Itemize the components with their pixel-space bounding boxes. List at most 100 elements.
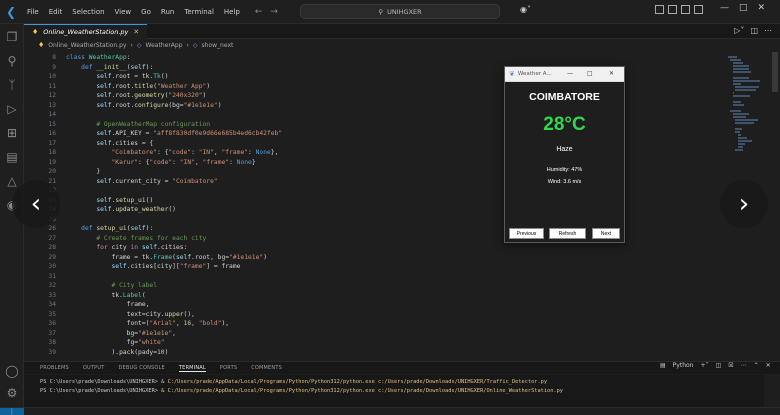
code-line[interactable]: 29 frame = tk.Frame(self.root, bg="#1e1e… xyxy=(24,254,724,262)
refresh-button[interactable]: Refresh xyxy=(549,228,586,239)
line-number: 18 xyxy=(48,149,56,156)
close-icon[interactable]: ✕ xyxy=(758,3,766,13)
terminal-shell-label[interactable]: Python xyxy=(673,362,694,369)
settings-gear-icon[interactable]: ⚙ xyxy=(5,386,19,400)
more-actions-icon[interactable]: ⋯ xyxy=(741,362,747,369)
explorer-icon[interactable]: ❐ xyxy=(5,30,19,44)
minimap-line xyxy=(732,68,749,70)
close-panel-icon[interactable]: ✕ xyxy=(766,362,771,369)
line-content: def __init__(self): xyxy=(81,63,154,71)
terminal-prompt: PS C:\Users\prade\Downloads\UNIHGXER> & xyxy=(40,379,168,385)
line-number: 36 xyxy=(48,320,56,327)
split-terminal-icon[interactable]: ◫ xyxy=(716,362,722,369)
panel-tab-terminal[interactable]: TERMINAL xyxy=(178,365,206,372)
panel-tab-comments[interactable]: COMMENTS xyxy=(251,365,282,371)
menu-go[interactable]: Go xyxy=(136,8,156,16)
carousel-next-button[interactable]: › xyxy=(720,180,768,228)
weather-close-icon[interactable]: ✕ xyxy=(609,70,614,77)
minimap-line xyxy=(735,119,758,121)
layout-controls xyxy=(655,5,703,14)
line-number: 8 xyxy=(52,54,56,61)
weather-maximize-icon[interactable]: □ xyxy=(587,70,593,77)
panel-tab-ports[interactable]: PORTS xyxy=(220,365,237,371)
toggle-panel-icon[interactable] xyxy=(668,5,677,14)
menu-edit[interactable]: Edit xyxy=(44,8,68,16)
breadcrumb-file[interactable]: Online_WeatherStation.py xyxy=(48,42,126,49)
breadcrumb-class[interactable]: WeatherApp xyxy=(146,42,183,49)
toggle-secondary-sidebar-icon[interactable] xyxy=(681,5,690,14)
run-file-icon[interactable]: ▷˅ xyxy=(734,26,744,35)
code-line[interactable]: 30 self.cities[city]["frame"] = frame xyxy=(24,263,724,271)
customize-layout-icon[interactable] xyxy=(694,5,703,14)
code-line[interactable]: 37 bg="#1e1e1e", xyxy=(24,330,724,338)
copilot-icon[interactable]: ◉˅ xyxy=(520,5,531,14)
code-line[interactable]: 36 font=("Arial", 16, "bold"), xyxy=(24,320,724,328)
menu-file[interactable]: File xyxy=(22,8,44,16)
split-editor-icon[interactable]: ◫ xyxy=(750,26,758,35)
menu-help[interactable]: Help xyxy=(219,8,245,16)
editor-scrollbar[interactable] xyxy=(772,52,778,92)
menu-selection[interactable]: Selection xyxy=(67,8,109,16)
remote-explorer-icon[interactable]: ▤ xyxy=(5,150,19,164)
code-line[interactable]: 39 ).pack(pady=10) xyxy=(24,349,724,357)
breadcrumb-separator-icon: › xyxy=(130,41,133,49)
kill-terminal-icon[interactable]: ☒ xyxy=(728,362,733,369)
testing-icon[interactable]: △ xyxy=(5,174,19,188)
account-icon[interactable]: ◯ xyxy=(5,364,19,378)
minimize-icon[interactable]: — xyxy=(720,3,729,13)
line-content: self.root.configure(bg="#1e1e1e") xyxy=(96,101,222,109)
toggle-primary-sidebar-icon[interactable] xyxy=(655,5,664,14)
remote-indicator-icon[interactable]: ⋮ xyxy=(0,408,24,415)
panel-tab-debug-console[interactable]: DEBUG CONSOLE xyxy=(118,365,164,371)
nav-arrows-icon[interactable]: ←→ xyxy=(255,7,286,17)
panel-tab-problems[interactable]: PROBLEMS xyxy=(40,365,69,371)
python-file-icon: ♦ xyxy=(32,28,39,36)
maximize-panel-icon[interactable]: ⌃ xyxy=(754,362,759,369)
breadcrumb: ♦ Online_WeatherStation.py › ◇ WeatherAp… xyxy=(24,39,780,51)
tab-online-weatherstation[interactable]: ♦ Online_WeatherStation.py ✕ xyxy=(24,24,148,39)
more-actions-icon[interactable]: ⋯ xyxy=(764,26,772,35)
weather-minimize-icon[interactable]: — xyxy=(567,70,573,77)
menu-view[interactable]: View xyxy=(110,8,137,16)
code-line[interactable]: 38 fg="white" xyxy=(24,339,724,347)
code-line[interactable]: 33 tk.Label( xyxy=(24,292,724,300)
minimap-line xyxy=(735,122,754,124)
code-line[interactable]: 31 xyxy=(24,273,724,281)
minimap-line xyxy=(730,59,741,61)
next-button[interactable]: Next xyxy=(592,228,620,239)
maximize-icon[interactable]: □ xyxy=(739,3,748,13)
command-center[interactable]: ⚲ UNIHGXER xyxy=(300,4,500,19)
search-view-icon[interactable]: ⚲ xyxy=(5,54,19,68)
carousel-prev-button[interactable]: ‹ xyxy=(12,180,60,228)
extensions-icon[interactable]: ⊞ xyxy=(5,126,19,140)
menu-run[interactable]: Run xyxy=(156,8,179,16)
minimap-line xyxy=(737,146,744,148)
source-control-icon[interactable]: ᛉ xyxy=(5,78,19,92)
weather-app-titlebar[interactable]: ❦ Weather A... — □ ✕ xyxy=(505,67,624,82)
tab-close-icon[interactable]: ✕ xyxy=(133,28,139,36)
run-debug-icon[interactable]: ▷ xyxy=(5,102,19,116)
code-line[interactable]: 8 class WeatherApp: xyxy=(24,54,724,62)
code-line[interactable]: 28 for city in self.cities: xyxy=(24,244,724,252)
menu-terminal[interactable]: Terminal xyxy=(179,8,219,16)
line-number: 30 xyxy=(48,263,56,270)
minimap-line xyxy=(732,113,749,115)
breadcrumb-method[interactable]: show_next xyxy=(202,42,234,49)
minimap-line xyxy=(735,89,757,91)
previous-button[interactable]: Previous xyxy=(509,228,544,239)
code-line[interactable]: 32 # City label xyxy=(24,282,724,290)
weather-app-window: ❦ Weather A... — □ ✕ COIMBATORE 28°C Haz… xyxy=(504,66,625,243)
terminal-prompt: PS C:\Users\prade\Downloads\UNIHGXER> & xyxy=(40,388,168,394)
class-symbol-icon: ◇ xyxy=(136,41,142,49)
terminal[interactable]: PS C:\Users\prade\Downloads\UNIHGXER> & … xyxy=(24,375,764,407)
code-line[interactable]: 34 frame, xyxy=(24,301,724,309)
chevron-left-icon: ‹ xyxy=(30,189,42,219)
line-number: 12 xyxy=(48,92,56,99)
minimap-line xyxy=(735,128,742,130)
minimap-line xyxy=(737,140,753,142)
line-content: tk.Label( xyxy=(66,291,146,299)
panel-tab-output[interactable]: OUTPUT xyxy=(83,365,105,371)
new-terminal-icon[interactable]: +˅ xyxy=(700,362,708,369)
line-number: 38 xyxy=(48,339,56,346)
code-line[interactable]: 35 text=city.upper(), xyxy=(24,311,724,319)
